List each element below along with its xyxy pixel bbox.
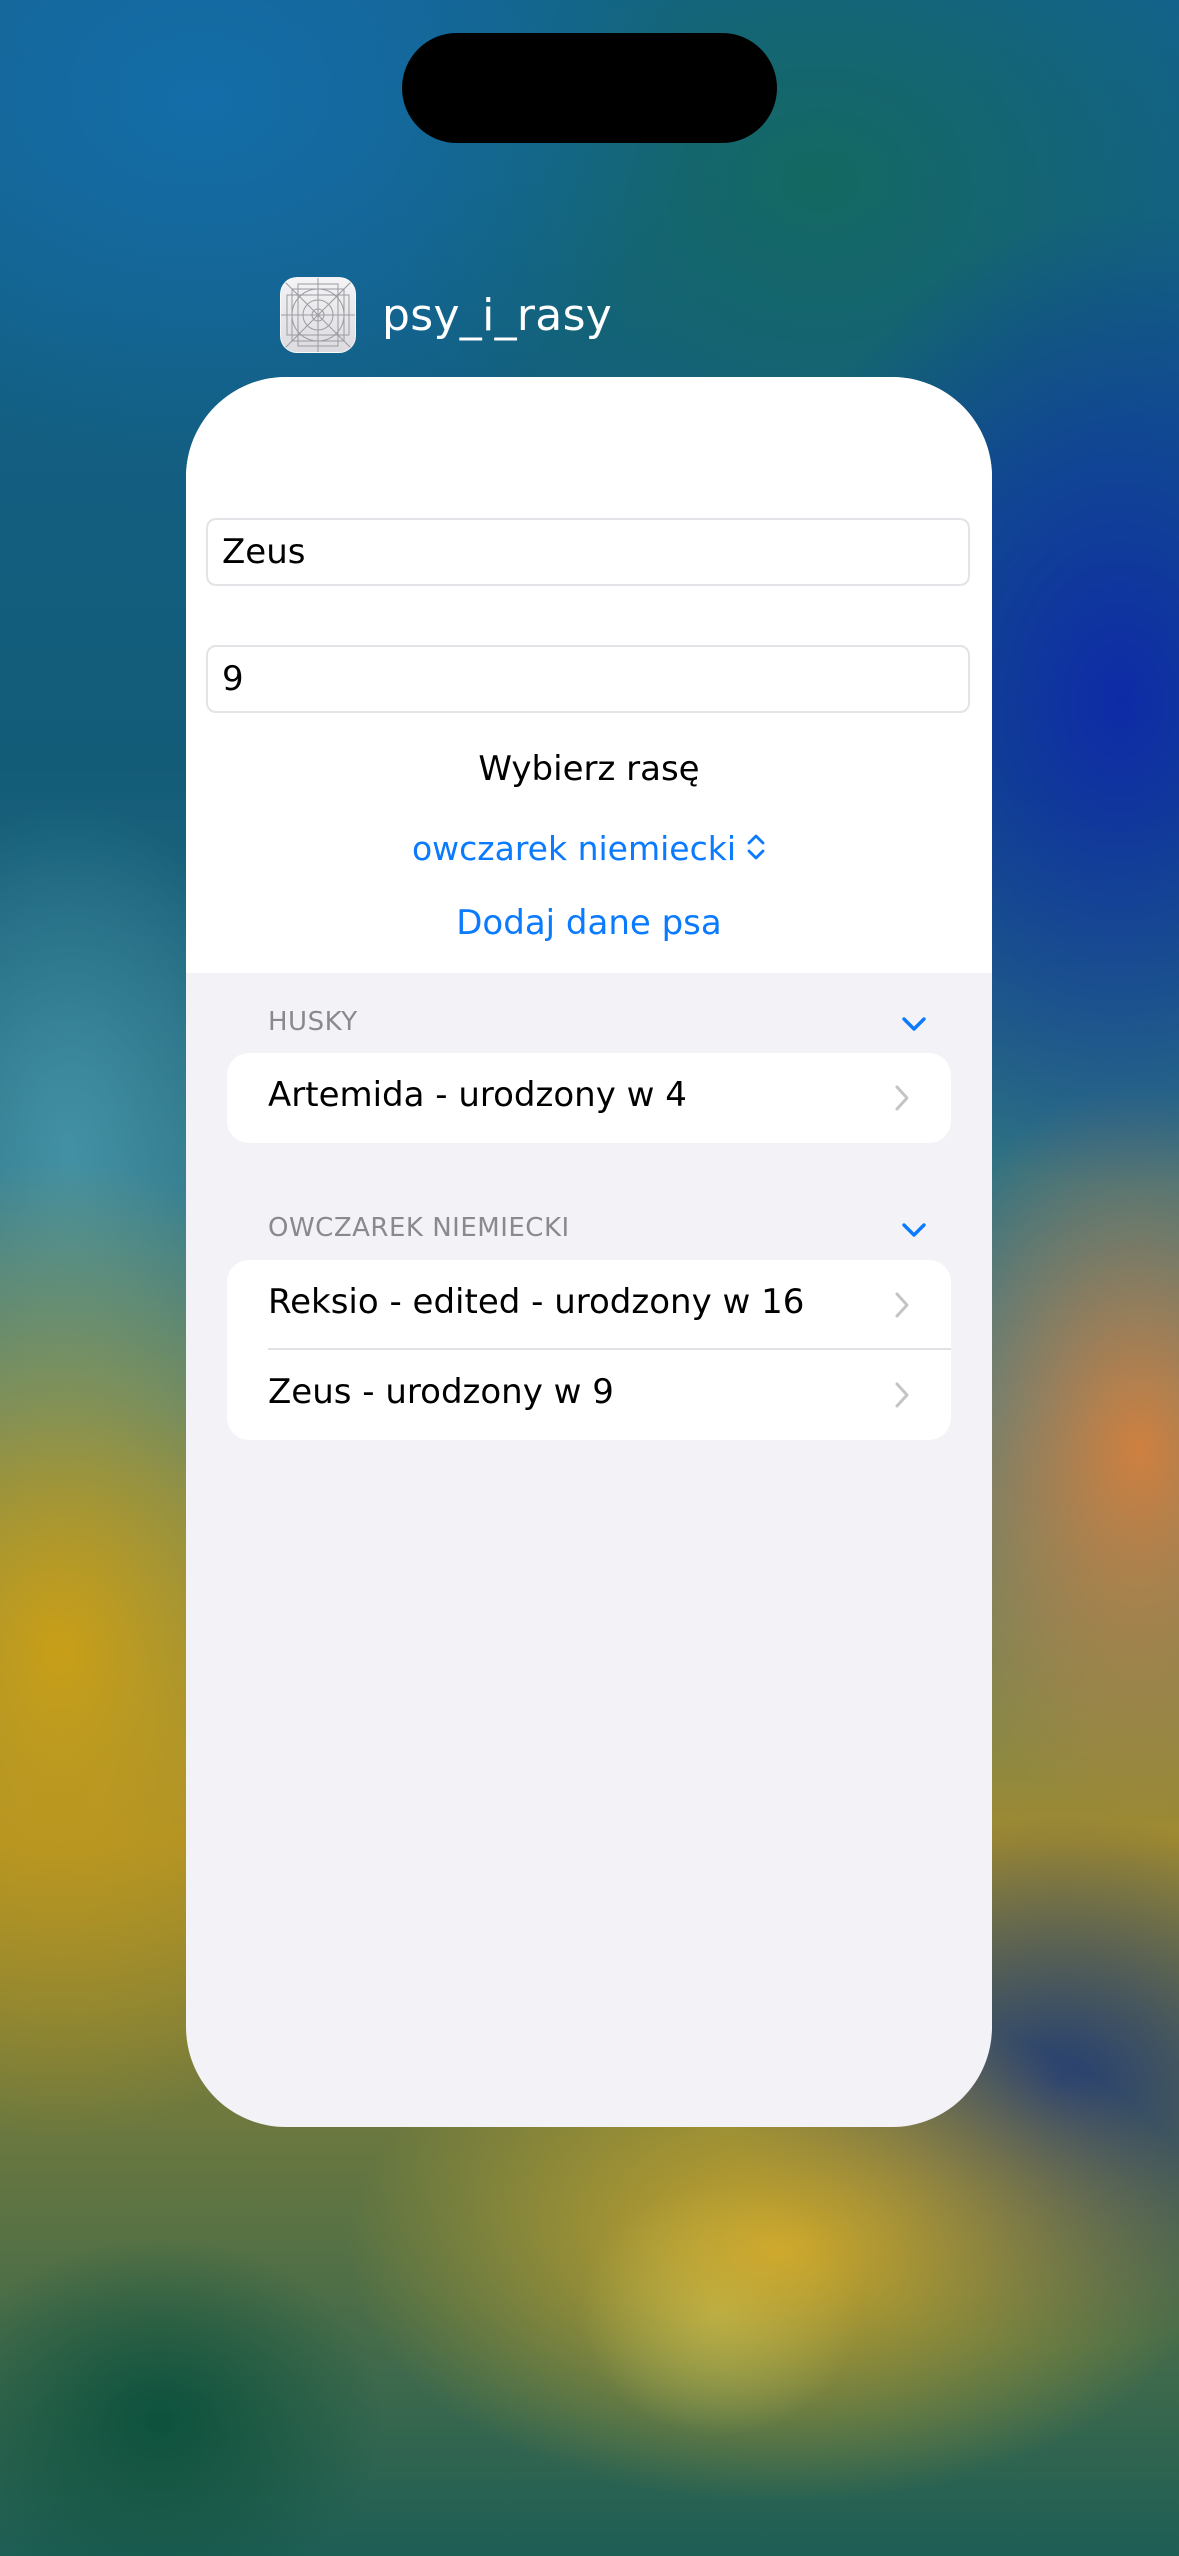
section-header-label: HUSKY	[268, 1007, 358, 1037]
app-switcher-header[interactable]: psy_i_rasy	[280, 277, 612, 353]
section-header-owczarek-niemiecki[interactable]: OWCZAREK NIEMIECKI	[268, 1213, 928, 1253]
list-item[interactable]: Zeus - urodzony w 9	[227, 1350, 951, 1440]
section-header-label: OWCZAREK NIEMIECKI	[268, 1213, 570, 1243]
chevron-down-icon[interactable]	[900, 1011, 928, 1041]
list-item[interactable]: Artemida - urodzony w 4	[227, 1053, 951, 1143]
chevron-right-icon	[894, 1381, 910, 1413]
dynamic-island	[402, 33, 777, 143]
app-snapshot-card[interactable]: Zeus 9 Wybierz rasę owczarek niemiecki D…	[186, 377, 992, 2127]
chevron-down-icon[interactable]	[900, 1217, 928, 1247]
app-placeholder-icon	[280, 277, 356, 353]
dog-form: Zeus 9 Wybierz rasę owczarek niemiecki D…	[186, 377, 992, 973]
app-name: psy_i_rasy	[382, 289, 613, 341]
owczarek-niemiecki-list: Reksio - edited - urodzony w 16 Zeus - u…	[227, 1260, 951, 1440]
dog-age-field[interactable]: 9	[206, 645, 970, 713]
list-item-label: Reksio - edited - urodzony w 16	[268, 1282, 805, 1322]
section-header-husky[interactable]: HUSKY	[268, 1007, 928, 1047]
list-item-label: Artemida - urodzony w 4	[268, 1075, 687, 1115]
chevron-right-icon	[894, 1084, 910, 1116]
husky-list: Artemida - urodzony w 4	[227, 1053, 951, 1143]
breed-picker[interactable]: owczarek niemiecki	[186, 829, 992, 870]
list-item[interactable]: Reksio - edited - urodzony w 16	[227, 1260, 951, 1350]
chevron-up-down-icon	[746, 831, 766, 870]
list-item-label: Zeus - urodzony w 9	[268, 1372, 614, 1412]
chevron-right-icon	[894, 1291, 910, 1323]
breed-picker-label: Wybierz rasę	[478, 749, 700, 789]
breed-picker-value: owczarek niemiecki	[411, 829, 737, 868]
dog-name-field[interactable]: Zeus	[206, 518, 970, 586]
add-dog-button[interactable]: Dodaj dane psa	[186, 903, 992, 943]
